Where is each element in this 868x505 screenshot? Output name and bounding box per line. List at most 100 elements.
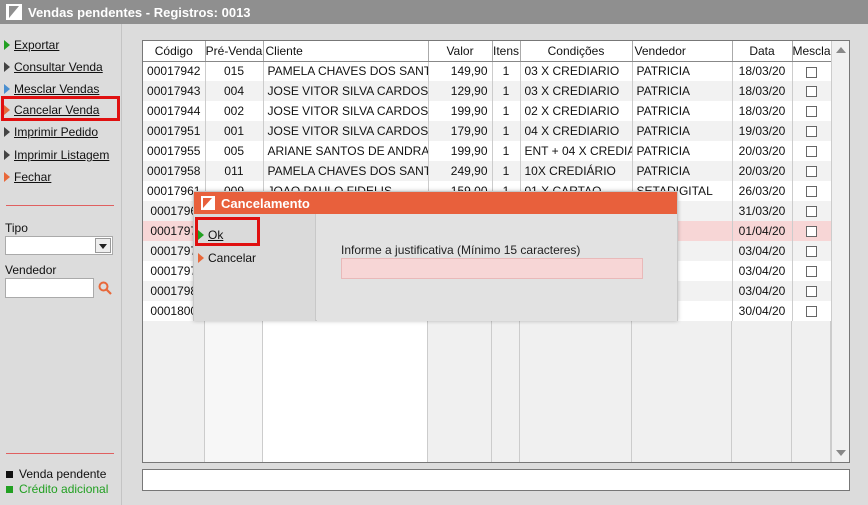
vendedor-input[interactable] <box>5 278 94 298</box>
cell-date: 20/03/20 <box>732 141 793 161</box>
justification-prompt: Informe a justificativa (Mínimo 15 carac… <box>341 243 581 257</box>
cell-code: 00017944 <box>143 101 206 121</box>
cell-value: 199,90 <box>428 101 493 121</box>
cell-pre-sale: 005 <box>205 141 264 161</box>
merge-checkbox[interactable] <box>806 126 817 138</box>
scroll-up-icon[interactable] <box>836 47 846 53</box>
merge-checkbox[interactable] <box>806 206 817 218</box>
merge-checkbox[interactable] <box>806 186 817 198</box>
export-label: Exportar <box>14 38 60 52</box>
cell-client: PAMELA CHAVES DOS SANTO <box>263 161 429 181</box>
merge-checkbox[interactable] <box>806 166 817 178</box>
merge-checkbox[interactable] <box>806 306 817 318</box>
col-seller[interactable]: Vendedor <box>632 41 733 62</box>
empty-area <box>143 321 205 462</box>
cell-value: 179,90 <box>428 121 493 141</box>
table-header: Código Pré-Venda Cliente Valor Itens Con… <box>143 41 832 62</box>
table-row[interactable]: 00017958 011 PAMELA CHAVES DOS SANTO 249,90… <box>143 161 832 181</box>
merge-sales-label: Mesclar Vendas <box>14 82 100 96</box>
table-row[interactable]: 00017942 015 PAMELA CHAVES DOS SANTO 149,90… <box>143 61 832 81</box>
cell-date: 31/03/20 <box>732 201 793 221</box>
merge-checkbox[interactable] <box>806 226 817 238</box>
legend-swatch <box>6 485 13 493</box>
merge-checkbox[interactable] <box>806 146 817 158</box>
empty-area <box>520 321 632 462</box>
cell-merge <box>792 261 832 281</box>
cell-merge <box>792 121 832 141</box>
cell-conditions: 10X CREDIÁRIO <box>520 161 633 181</box>
legend-pending-label: Venda pendente <box>19 467 107 481</box>
cell-conditions: 03 X CREDIARIO <box>520 81 633 101</box>
cell-seller: PATRICIA <box>632 61 733 81</box>
cell-date: 18/03/20 <box>732 61 793 81</box>
search-icon[interactable] <box>98 281 112 295</box>
cell-merge <box>792 181 832 201</box>
merge-checkbox[interactable] <box>806 266 817 278</box>
cell-merge <box>792 161 832 181</box>
cell-items: 1 <box>492 161 521 181</box>
consult-sale-label: Consultar Venda <box>14 60 103 74</box>
cell-value: 249,90 <box>428 161 493 181</box>
cell-items: 1 <box>492 61 521 81</box>
table-row[interactable]: 00017944 002 JOSE VITOR SILVA CARDOSO 199,9… <box>143 101 832 121</box>
col-date[interactable]: Data <box>732 41 793 62</box>
col-client[interactable]: Cliente <box>263 41 429 62</box>
merge-checkbox[interactable] <box>806 86 817 98</box>
cell-date: 03/04/20 <box>732 281 793 301</box>
cell-pre-sale: 001 <box>205 121 264 141</box>
merge-checkbox[interactable] <box>806 66 817 78</box>
app-logo-icon <box>6 4 22 20</box>
cell-seller: PATRICIA <box>632 101 733 121</box>
cancel-sale-highlight <box>1 96 120 121</box>
close-label: Fechar <box>14 170 52 184</box>
close-button[interactable]: Fechar <box>4 168 51 186</box>
col-conditions[interactable]: Condições <box>520 41 633 62</box>
cell-items: 1 <box>492 101 521 121</box>
cell-date: 30/04/20 <box>732 301 793 321</box>
play-icon <box>4 62 10 72</box>
cell-value: 199,90 <box>428 141 493 161</box>
export-button[interactable]: Exportar <box>4 36 59 54</box>
tipo-label: Tipo <box>5 221 28 235</box>
cell-seller: PATRICIA <box>632 161 733 181</box>
cell-merge <box>792 201 832 221</box>
table-row[interactable]: 00017943 004 JOSE VITOR SILVA CARDOSO 129,9… <box>143 81 832 101</box>
col-merge[interactable]: Mesclar <box>792 41 832 62</box>
vertical-scrollbar[interactable] <box>831 41 849 462</box>
dialog-actions: Ok Cancelar <box>194 214 316 321</box>
consult-sale-button[interactable]: Consultar Venda <box>4 58 103 76</box>
col-code[interactable]: Código <box>143 41 206 62</box>
cell-merge <box>792 141 832 161</box>
tipo-select[interactable] <box>5 236 113 255</box>
justification-input[interactable] <box>341 258 643 279</box>
print-order-button[interactable]: Imprimir Pedido <box>4 123 98 141</box>
merge-checkbox[interactable] <box>806 106 817 118</box>
print-list-label: Imprimir Listagem <box>14 148 110 162</box>
cell-date: 01/04/20 <box>732 221 793 241</box>
dialog-cancel-button[interactable]: Cancelar <box>198 249 256 267</box>
legend-swatch <box>6 470 13 478</box>
table-row[interactable]: 00017955005ARIANE SANTOS DE ANDRADE199,9… <box>143 141 832 161</box>
empty-area <box>263 321 428 462</box>
cell-merge <box>792 101 832 121</box>
col-pre-sale[interactable]: Pré-Venda <box>205 41 264 62</box>
cell-pre-sale: 004 <box>205 81 264 101</box>
status-field <box>142 469 850 491</box>
cell-pre-sale: 002 <box>205 101 264 121</box>
chevron-down-icon[interactable] <box>95 238 111 253</box>
table-row[interactable]: 00017951 001 JOSE VITOR SILVA CARDOSO 179,9… <box>143 121 832 141</box>
cell-items: 1 <box>492 121 521 141</box>
cell-seller: PATRICIA <box>632 81 733 101</box>
print-list-button[interactable]: Imprimir Listagem <box>4 146 109 164</box>
merge-checkbox[interactable] <box>806 246 817 258</box>
merge-checkbox[interactable] <box>806 286 817 298</box>
col-items[interactable]: Itens <box>492 41 521 62</box>
cell-date: 03/04/20 <box>732 241 793 261</box>
vendedor-label: Vendedor <box>5 263 57 277</box>
dialog-titlebar: Cancelamento <box>194 192 677 214</box>
dialog-cancel-label: Cancelar <box>208 251 257 265</box>
scroll-down-icon[interactable] <box>836 450 846 456</box>
dialog-title: Cancelamento <box>221 195 310 211</box>
col-value[interactable]: Valor <box>428 41 493 62</box>
dialog-body: Informe a justificativa (Mínimo 15 carac… <box>317 214 677 321</box>
